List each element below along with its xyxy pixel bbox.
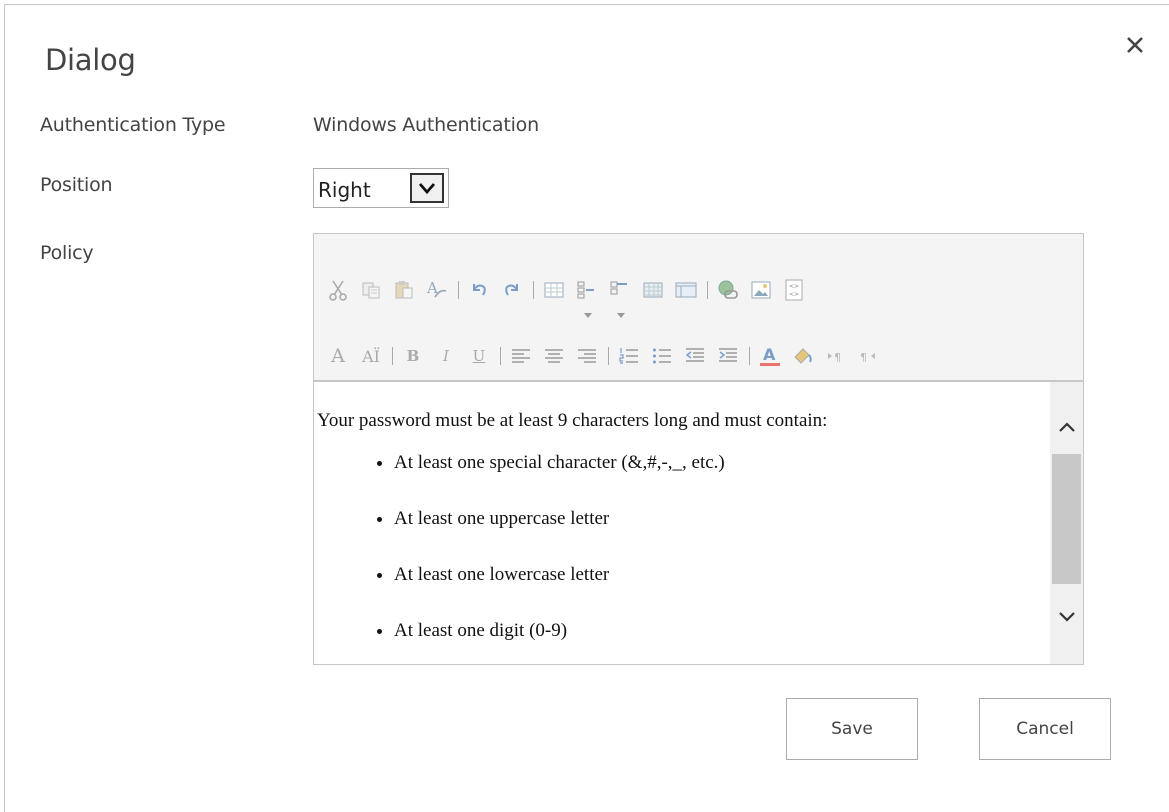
cancel-button[interactable]: Cancel bbox=[979, 698, 1111, 760]
list-item: At least one special character (&,#,-,_,… bbox=[394, 452, 1049, 474]
italic-icon[interactable]: I bbox=[432, 342, 460, 370]
undo-icon[interactable] bbox=[465, 276, 493, 304]
policy-label: Policy bbox=[40, 242, 94, 264]
insert-row-icon[interactable] bbox=[573, 276, 601, 318]
position-selected-value: Right bbox=[318, 178, 371, 202]
scroll-down-icon[interactable] bbox=[1050, 602, 1083, 632]
rtl-icon[interactable]: ¶ bbox=[855, 342, 883, 370]
chevron-down-icon[interactable] bbox=[410, 173, 444, 203]
indent-icon[interactable] bbox=[714, 342, 742, 370]
toolbar-separator bbox=[707, 281, 708, 299]
cut-icon[interactable] bbox=[324, 276, 352, 304]
svg-text:<>: <> bbox=[789, 291, 799, 298]
bullet-list-icon[interactable] bbox=[648, 342, 676, 370]
toolbar-separator bbox=[533, 281, 534, 299]
bold-glyph: B bbox=[406, 347, 420, 365]
toolbar-separator bbox=[392, 347, 393, 365]
align-center-icon[interactable] bbox=[540, 342, 568, 370]
highlight-icon[interactable] bbox=[789, 342, 817, 370]
ltr-icon[interactable]: ¶ bbox=[822, 342, 850, 370]
font-size-icon[interactable]: AÏ bbox=[357, 342, 385, 370]
align-right-icon[interactable] bbox=[573, 342, 601, 370]
svg-text:¶: ¶ bbox=[834, 351, 841, 364]
bold-icon[interactable]: B bbox=[399, 342, 427, 370]
align-left-icon[interactable] bbox=[507, 342, 535, 370]
toolbar-row-2: A AÏ B I U A ¶ ¶ bbox=[324, 338, 888, 374]
dialog-title: Dialog bbox=[45, 43, 136, 77]
position-select[interactable]: Right bbox=[313, 168, 449, 208]
scrollbar-thumb[interactable] bbox=[1052, 454, 1081, 584]
dropdown-arrow-icon bbox=[617, 313, 625, 318]
toolbar-separator bbox=[458, 281, 459, 299]
outdent-icon[interactable] bbox=[681, 342, 709, 370]
svg-text:<>: <> bbox=[789, 283, 799, 290]
underline-icon[interactable]: U bbox=[465, 342, 493, 370]
svg-text:¶: ¶ bbox=[860, 351, 867, 364]
toolbar-separator bbox=[500, 347, 501, 365]
table-icon[interactable] bbox=[540, 276, 568, 304]
editor-scrollbar[interactable] bbox=[1050, 382, 1083, 664]
redo-icon[interactable] bbox=[498, 276, 526, 304]
font-glyph: A bbox=[331, 345, 345, 367]
italic-glyph: I bbox=[443, 347, 449, 365]
toolbar-separator bbox=[608, 347, 609, 365]
font-icon[interactable]: A bbox=[324, 342, 352, 370]
toolbar-separator bbox=[749, 347, 750, 365]
copy-icon[interactable] bbox=[357, 276, 385, 304]
list-item: At least one uppercase letter bbox=[394, 508, 1049, 530]
list-item: At least one lowercase letter bbox=[394, 564, 1049, 586]
editor-content[interactable]: Your password must be at least 9 charact… bbox=[314, 382, 1049, 664]
rich-text-editor[interactable]: A <> <> A AÏ B I U A ¶ ¶ Your password m… bbox=[313, 233, 1084, 665]
spellcheck-icon[interactable]: A bbox=[423, 276, 451, 304]
auth-type-value: Windows Authentication bbox=[313, 114, 539, 136]
grid-icon[interactable] bbox=[639, 276, 667, 304]
paste-icon[interactable] bbox=[390, 276, 418, 304]
policy-list: At least one special character (&,#,-,_,… bbox=[314, 452, 1049, 642]
svg-text:A: A bbox=[763, 345, 776, 364]
scroll-up-icon[interactable] bbox=[1050, 412, 1083, 442]
numbered-list-icon[interactable] bbox=[615, 342, 643, 370]
auth-type-label: Authentication Type bbox=[40, 114, 226, 136]
position-label: Position bbox=[40, 174, 113, 196]
close-icon[interactable] bbox=[1124, 34, 1146, 56]
link-icon[interactable] bbox=[714, 276, 742, 304]
font-color-icon[interactable]: A bbox=[756, 342, 784, 370]
layout-icon[interactable] bbox=[672, 276, 700, 304]
dropdown-arrow-icon bbox=[584, 313, 592, 318]
list-item: At least one digit (0-9) bbox=[394, 620, 1049, 642]
save-button[interactable]: Save bbox=[786, 698, 918, 760]
underline-glyph: U bbox=[472, 347, 486, 365]
font-size-glyph: AÏ bbox=[362, 346, 380, 366]
insert-column-icon[interactable] bbox=[606, 276, 634, 318]
policy-intro: Your password must be at least 9 charact… bbox=[317, 410, 828, 431]
editor-toolbar: A <> <> A AÏ B I U A ¶ ¶ bbox=[314, 234, 1083, 382]
toolbar-row-1: A <> <> bbox=[324, 272, 813, 318]
embed-icon[interactable]: <> <> bbox=[780, 276, 808, 304]
image-icon[interactable] bbox=[747, 276, 775, 304]
